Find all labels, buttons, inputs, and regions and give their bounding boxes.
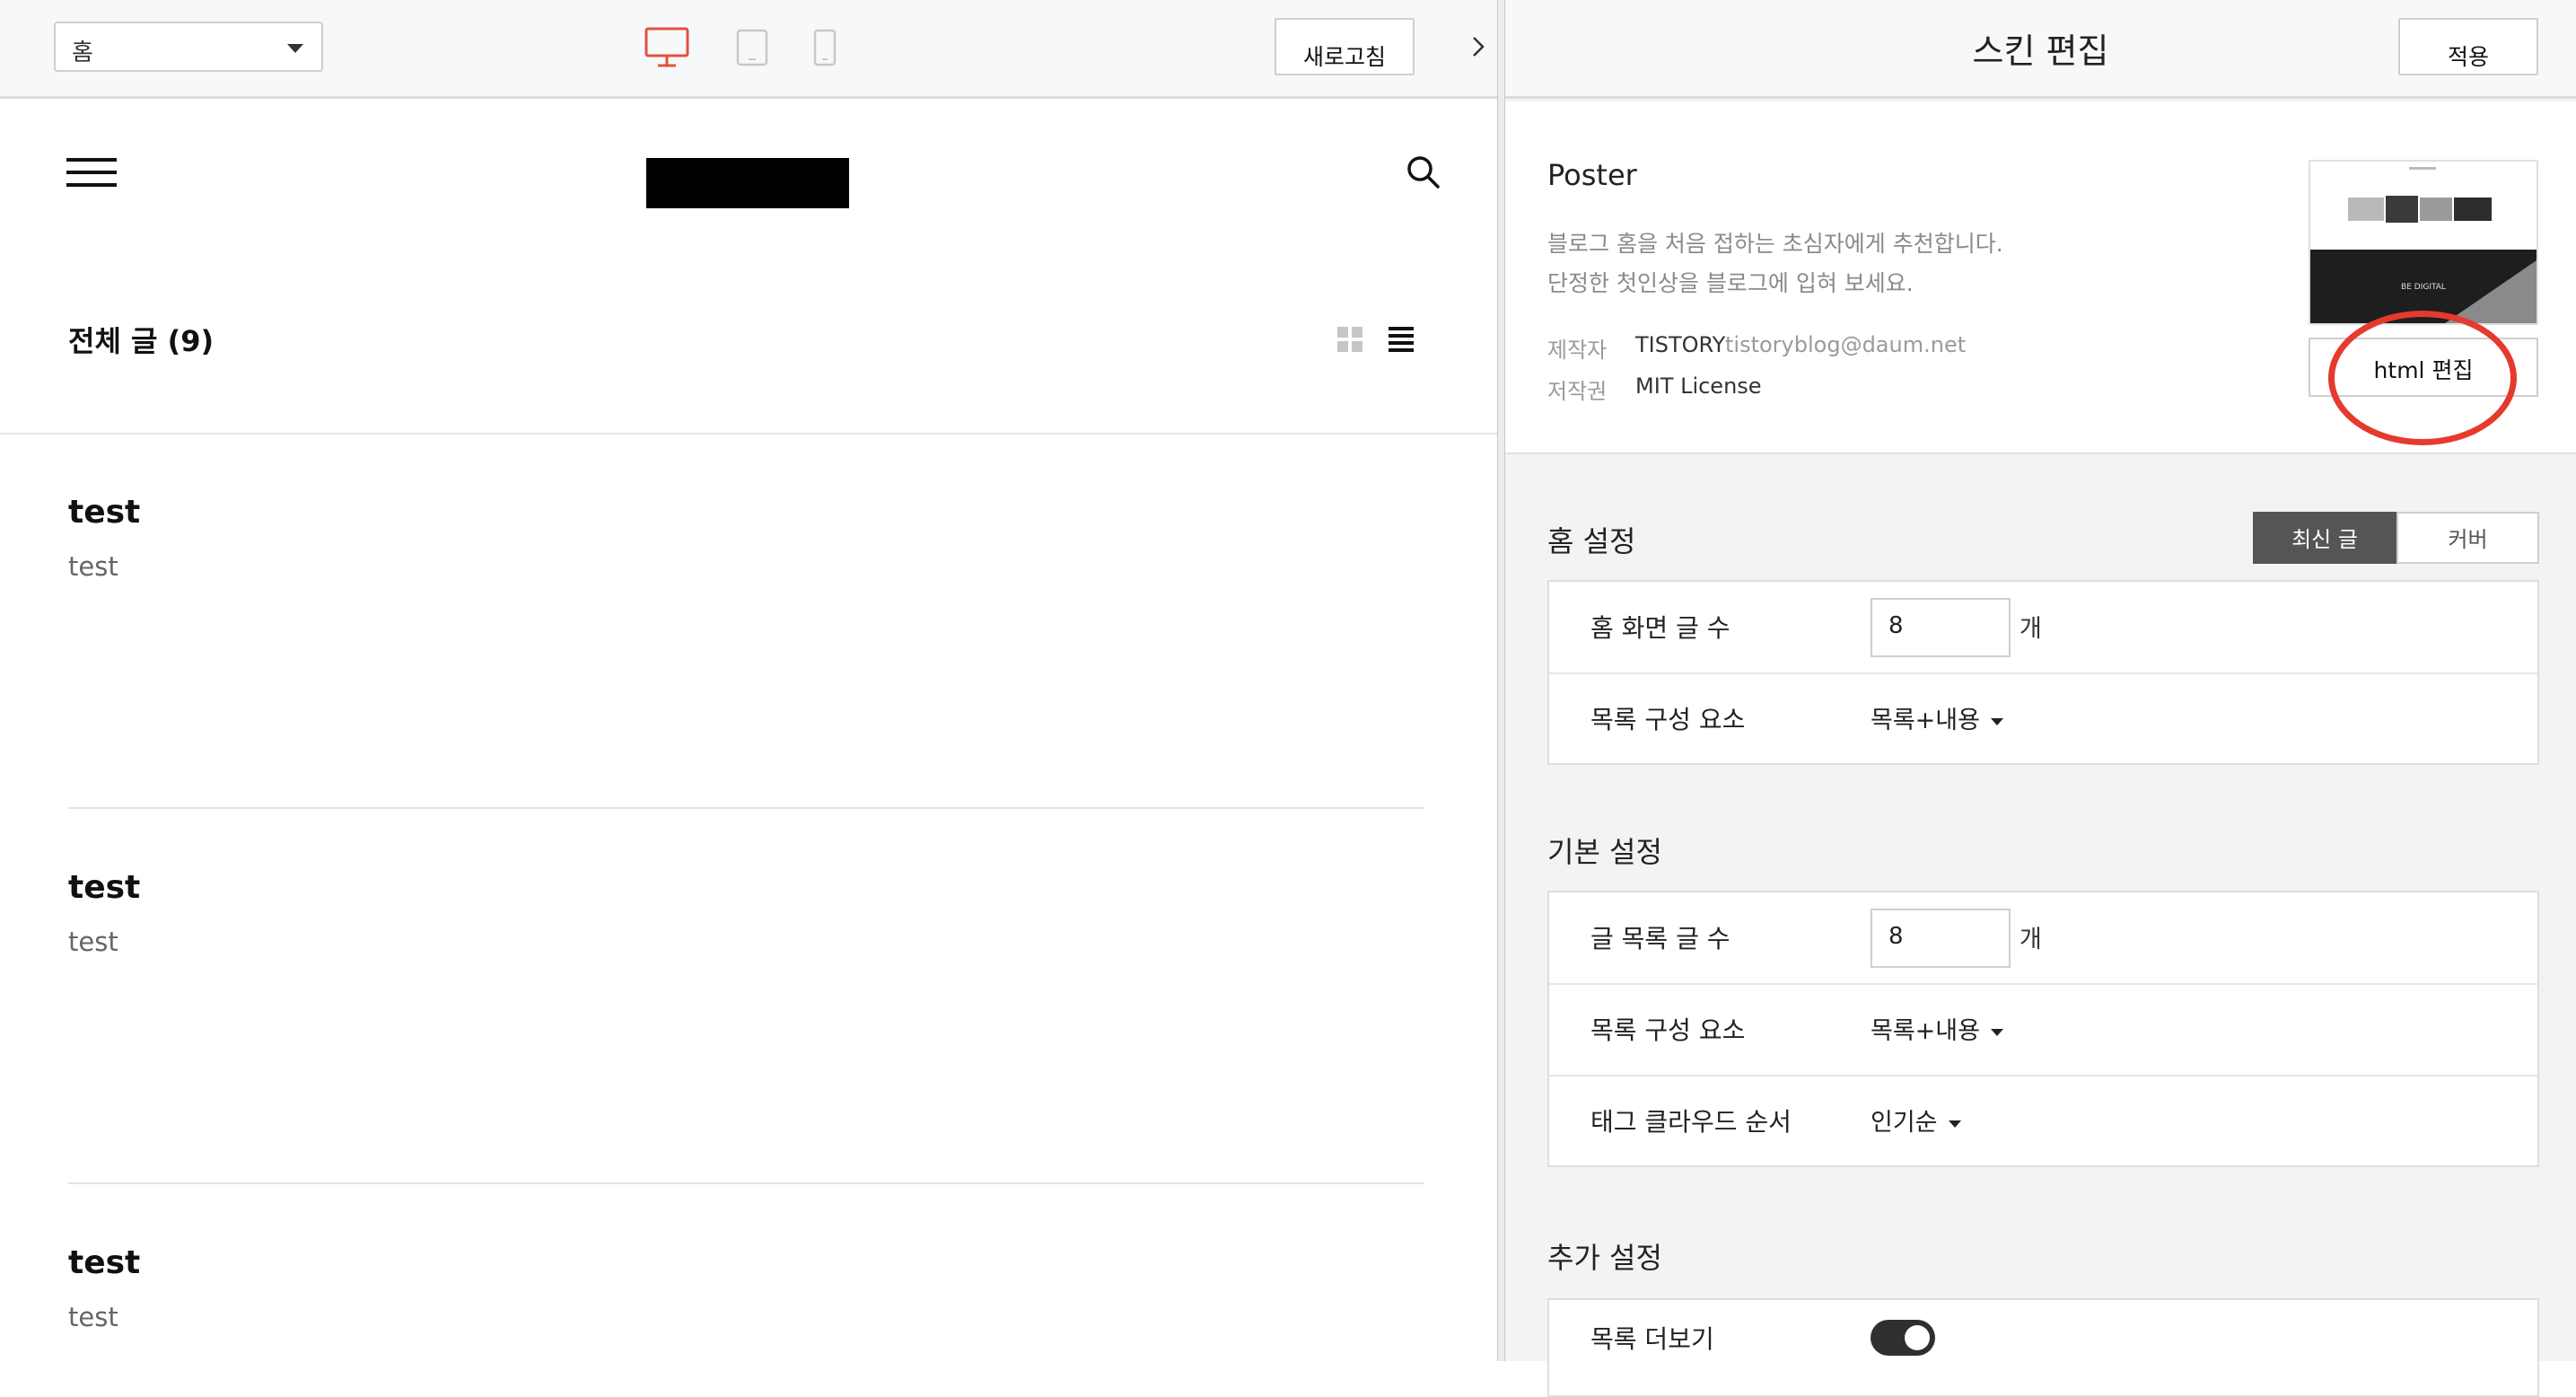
desktop-icon[interactable] [644, 27, 689, 72]
post-excerpt: test [68, 1302, 118, 1332]
skin-description: 단정한 첫인상을 블로그에 입혀 보세요. [1547, 270, 1914, 296]
pane-divider[interactable] [1497, 0, 1505, 1361]
post-excerpt: test [68, 551, 118, 582]
extra-settings-panel: 목록 더보기 [1547, 1298, 2539, 1397]
collapse-panel-button[interactable] [1459, 0, 1497, 96]
caret-down-icon [1948, 1120, 1961, 1128]
post-title[interactable]: test [68, 494, 140, 531]
page-select-value: 홈 [72, 40, 93, 66]
setting-row: 목록 더보기 [1549, 1300, 2537, 1391]
author-name: TISTORY [1635, 332, 1726, 357]
setting-label: 목록 더보기 [1590, 1324, 1714, 1354]
caret-down-icon [1990, 1028, 2003, 1036]
list-post-count-input[interactable]: 8 [1871, 909, 2011, 968]
post-title[interactable]: test [68, 1244, 140, 1281]
skin-thumbnail: BE DIGITAL [2309, 160, 2538, 325]
tab-cover[interactable]: 커버 [2396, 512, 2539, 564]
setting-row: 태그 클라우드 순서 인기순 [1549, 1076, 2537, 1166]
setting-row: 글 목록 글 수 8 개 [1549, 892, 2537, 983]
refresh-button[interactable]: 새로고침 [1275, 18, 1415, 75]
license-value: MIT License [1635, 373, 1762, 399]
tag-cloud-order-dropdown[interactable]: 인기순 [1871, 1103, 1961, 1138]
post-excerpt: test [68, 927, 118, 957]
dropdown-value: 목록+내용 [1871, 707, 1980, 734]
caret-down-icon [287, 44, 303, 53]
post-title[interactable]: test [68, 869, 140, 906]
basic-settings-title: 기본 설정 [1547, 835, 1662, 869]
author-email: tistoryblog@daum.net [1725, 332, 1967, 357]
list-more-toggle[interactable] [1871, 1320, 1935, 1356]
skin-description: 블로그 홈을 처음 접하는 초심자에게 추천합니다. [1547, 231, 2003, 257]
setting-label: 태그 클라우드 순서 [1590, 1107, 1792, 1137]
home-settings-title: 홈 설정 [1547, 524, 1636, 558]
license-label: 저작권 [1547, 379, 1608, 404]
setting-row: 홈 화면 글 수 8 개 [1549, 582, 2537, 672]
tablet-icon[interactable] [736, 29, 768, 70]
divider [0, 433, 1497, 435]
basic-settings-panel: 글 목록 글 수 8 개 목록 구성 요소 목록+내용 태그 클라우드 순서 인… [1547, 891, 2539, 1167]
home-settings-panel: 홈 화면 글 수 8 개 목록 구성 요소 목록+내용 [1547, 580, 2539, 765]
page-select[interactable]: 홈 [54, 22, 323, 72]
toggle-knob [1905, 1325, 1930, 1350]
grid-view-icon[interactable] [1337, 327, 1364, 354]
extra-settings-title: 추가 설정 [1547, 1241, 1662, 1275]
chevron-right-icon [1472, 36, 1485, 61]
setting-label: 홈 화면 글 수 [1590, 613, 1730, 643]
setting-row: 목록 구성 요소 목록+내용 [1549, 673, 2537, 764]
setting-label: 목록 구성 요소 [1590, 1015, 1746, 1045]
blog-logo[interactable] [646, 158, 849, 208]
dropdown-value: 목록+내용 [1871, 1017, 1980, 1045]
search-icon[interactable] [1406, 154, 1441, 194]
mobile-icon[interactable] [813, 29, 837, 70]
html-edit-button[interactable]: html 편집 [2309, 338, 2538, 397]
divider [68, 1182, 1424, 1184]
list-elements-dropdown[interactable]: 목록+내용 [1871, 700, 2003, 735]
home-post-count-input[interactable]: 8 [1871, 598, 2011, 657]
thumbnail-caption: BE DIGITAL [2401, 283, 2446, 292]
apply-button[interactable]: 적용 [2398, 18, 2538, 75]
tab-latest-posts[interactable]: 최신 글 [2253, 512, 2396, 564]
setting-label: 글 목록 글 수 [1590, 924, 1730, 953]
hamburger-menu-icon[interactable] [66, 158, 117, 189]
unit-label: 개 [2020, 926, 2042, 953]
unit-label: 개 [2020, 615, 2042, 643]
author-label: 제작자 [1547, 338, 1608, 363]
dropdown-value: 인기순 [1871, 1109, 1938, 1137]
setting-label: 목록 구성 요소 [1590, 705, 1746, 734]
skin-name: Poster [1547, 158, 1637, 192]
list-view-icon[interactable] [1389, 327, 1415, 354]
list-elements-dropdown[interactable]: 목록+내용 [1871, 1011, 2003, 1046]
all-posts-heading: 전체 글 (9) [68, 324, 215, 358]
caret-down-icon [1990, 717, 2003, 725]
divider [68, 807, 1424, 809]
setting-row: 목록 구성 요소 목록+내용 [1549, 984, 2537, 1075]
